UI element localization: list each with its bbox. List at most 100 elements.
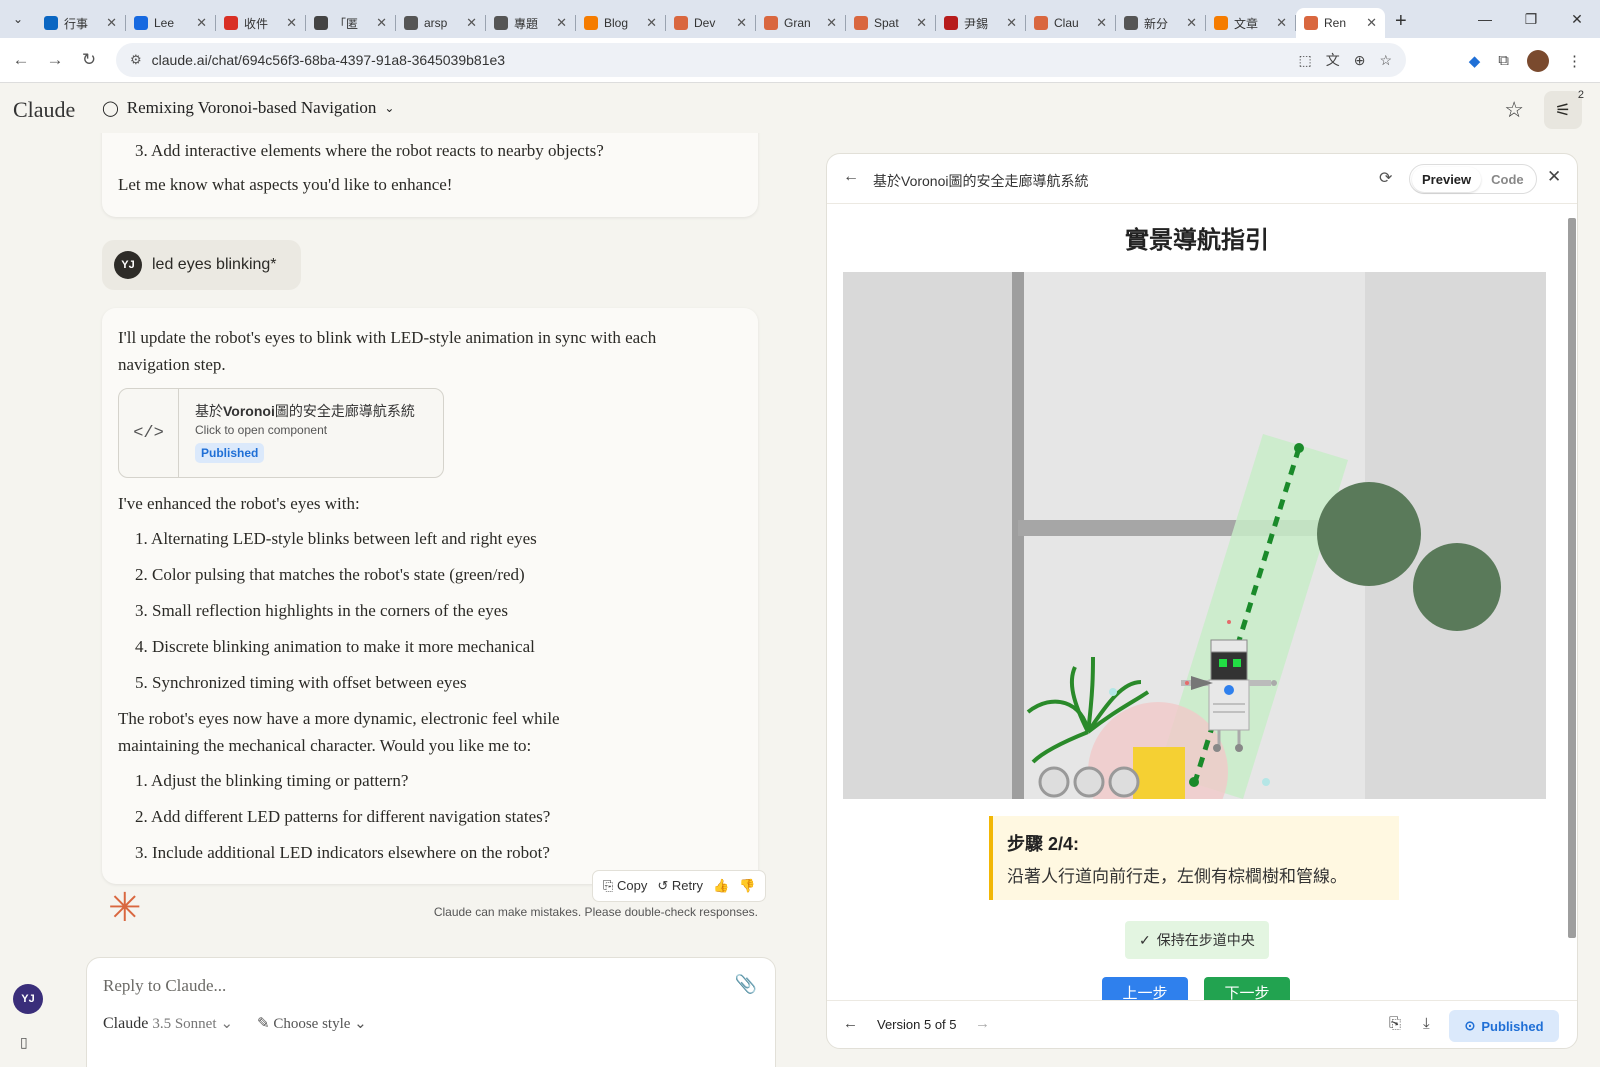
tab-title: Lee — [154, 16, 175, 30]
thumbs-down-icon[interactable]: 👎 — [739, 878, 755, 894]
tree-canopy-2 — [1413, 543, 1501, 631]
copy-code-icon[interactable]: ⎘ — [1389, 1015, 1401, 1032]
next-version-icon[interactable]: → — [975, 1015, 990, 1032]
browser-tab[interactable]: 尹錫 ✕ — [936, 8, 1025, 38]
tab-close-icon[interactable]: ✕ — [106, 15, 117, 31]
bookmark-star-icon[interactable]: ☆ — [1379, 52, 1392, 69]
tab-close-icon[interactable]: ✕ — [466, 15, 477, 31]
retry-button[interactable]: ↺ Retry — [657, 878, 703, 894]
tab-code[interactable]: Code — [1481, 167, 1534, 192]
user-avatar: YJ — [114, 251, 142, 279]
sidebar-toggle-icon[interactable]: ▯ — [20, 1034, 28, 1051]
tab-favicon-icon — [854, 16, 868, 30]
copy-button[interactable]: ⎘ Copy — [603, 878, 647, 894]
browser-tab[interactable]: Clau ✕ — [1026, 8, 1115, 38]
install-app-icon[interactable]: ⬚ — [1298, 52, 1311, 69]
tab-close-icon[interactable]: ✕ — [1096, 15, 1107, 31]
favorite-star-icon[interactable]: ☆ — [1504, 97, 1524, 123]
new-tab-icon[interactable]: + — [1395, 10, 1407, 33]
tab-close-icon[interactable]: ✕ — [1276, 15, 1287, 31]
model-selector[interactable]: Claude 3.5 Sonnet ⌄ — [103, 1014, 233, 1033]
settings-sliders-button[interactable]: ⚟ 2 — [1544, 89, 1584, 129]
list-item: 2. Add different LED patterns for differ… — [135, 807, 551, 826]
claude-spark-icon: ✳ — [108, 885, 142, 930]
address-bar: ← → ↻ ⚙ claude.ai/chat/694c56f3-68ba-439… — [0, 38, 1600, 83]
tab-preview[interactable]: Preview — [1412, 166, 1482, 192]
message-actions: ⎘ Copy ↺ Retry 👍 👎 — [592, 870, 767, 902]
tab-close-icon[interactable]: ✕ — [286, 15, 297, 31]
tab-close-icon[interactable]: ✕ — [1186, 15, 1197, 31]
browser-tab[interactable]: 行事 ✕ — [36, 8, 125, 38]
sidebar-user-avatar[interactable]: YJ — [13, 984, 43, 1014]
reply-intro: I'll update the robot's eyes to blink wi… — [118, 328, 657, 374]
browser-tab[interactable]: Dev ✕ — [666, 8, 755, 38]
thumbs-up-icon[interactable]: 👍 — [713, 878, 729, 894]
list-item: 5. Synchronized timing with offset betwe… — [135, 673, 467, 692]
reply-input[interactable]: Reply to Claude... — [103, 976, 226, 996]
download-icon[interactable]: ⤓ — [1423, 1015, 1430, 1032]
translate-icon[interactable]: 文 — [1326, 50, 1340, 70]
url-omnibox[interactable]: ⚙ claude.ai/chat/694c56f3-68ba-4397-91a8… — [116, 43, 1406, 77]
enhancement-list: 1. Alternating LED-style blinks between … — [135, 521, 742, 701]
next-step-button[interactable]: 下一步 — [1204, 977, 1290, 1000]
browser-tab[interactable]: 專題 ✕ — [486, 8, 575, 38]
panel-close-icon[interactable]: ✕ — [1547, 167, 1561, 187]
back-icon[interactable]: ← — [4, 50, 38, 70]
style-selector[interactable]: ✎ Choose style ⌄ — [257, 1014, 367, 1033]
claude-logo[interactable]: Claude — [13, 97, 75, 123]
tab-title: 「匿 — [334, 16, 359, 31]
tab-close-icon[interactable]: ✕ — [376, 15, 387, 31]
tab-search-chevron-icon[interactable]: ⌄ — [0, 0, 36, 38]
tab-close-icon[interactable]: ✕ — [646, 15, 657, 31]
tab-close-icon[interactable]: ✕ — [1366, 15, 1377, 31]
artifact-subtitle: Click to open component — [195, 423, 328, 437]
scrollbar-thumb[interactable] — [1568, 218, 1576, 938]
previous-version-icon[interactable]: ← — [843, 1015, 858, 1032]
browser-tab[interactable]: Spat ✕ — [846, 8, 935, 38]
panel-back-icon[interactable]: ← — [843, 168, 859, 186]
summary-text: The robot's eyes now have a more dynamic… — [118, 709, 560, 755]
tab-close-icon[interactable]: ✕ — [556, 15, 567, 31]
published-button[interactable]: ⊙ Published — [1449, 1010, 1559, 1042]
tab-close-icon[interactable]: ✕ — [1006, 15, 1017, 31]
reply-composer[interactable]: Reply to Claude... 📎 Claude 3.5 Sonnet ⌄… — [86, 957, 776, 1067]
extension-icon[interactable]: ◆ — [1469, 52, 1481, 70]
profile-avatar[interactable] — [1527, 49, 1549, 72]
browser-tab-bar: ⌄ 行事 ✕ Lee ✕ 收件 ✕ 「匿 ✕ arsp ✕ 專題 ✕ Blog ✕ Dev ✕ Gran ✕ Spa… — [0, 0, 1600, 38]
browser-tab[interactable]: 文章 ✕ — [1206, 8, 1295, 38]
tab-close-icon[interactable]: ✕ — [196, 15, 207, 31]
previous-assistant-message: 3. Add interactive elements where the ro… — [102, 133, 758, 217]
hint-badge: ✓ 保持在步道中央 — [1125, 921, 1269, 959]
browser-tab[interactable]: arsp ✕ — [396, 8, 485, 38]
tab-title: 尹錫 — [964, 16, 989, 31]
extensions-puzzle-icon[interactable]: ⧉ — [1498, 52, 1509, 69]
browser-tab[interactable]: Lee ✕ — [126, 8, 215, 38]
previous-step-button[interactable]: 上一步 — [1102, 977, 1188, 1000]
close-window-icon[interactable]: ✕ — [1554, 0, 1600, 38]
browser-menu-icon[interactable]: ⋮ — [1567, 52, 1582, 70]
attach-paperclip-icon[interactable]: 📎 — [735, 974, 757, 995]
tab-title: 文章 — [1234, 16, 1259, 31]
minimize-icon[interactable]: — — [1462, 0, 1508, 38]
tab-close-icon[interactable]: ✕ — [826, 15, 837, 31]
browser-tab[interactable]: 「匿 ✕ — [306, 8, 395, 38]
tab-title: Blog — [604, 16, 629, 30]
preview-scrollbar[interactable] — [1565, 208, 1577, 994]
zoom-icon[interactable]: ⊕ — [1354, 52, 1366, 69]
artifact-card[interactable]: </> 基於Voronoi圖的安全走廊導航系統 Click to open co… — [118, 388, 444, 478]
site-info-icon[interactable]: ⚙ — [130, 52, 142, 68]
forward-icon[interactable]: → — [38, 50, 72, 70]
browser-tab[interactable]: Ren ✕ — [1296, 8, 1385, 38]
browser-tab[interactable]: Blog ✕ — [576, 8, 665, 38]
refresh-icon[interactable]: ⟳ — [1379, 168, 1392, 188]
tab-close-icon[interactable]: ✕ — [916, 15, 927, 31]
browser-tab[interactable]: 收件 ✕ — [216, 8, 305, 38]
url-text[interactable]: claude.ai/chat/694c56f3-68ba-4397-91a8-3… — [152, 52, 505, 68]
restore-icon[interactable]: ❐ — [1508, 0, 1554, 38]
browser-tab[interactable]: 新分 ✕ — [1116, 8, 1205, 38]
tab-favicon-icon — [224, 16, 238, 30]
chat-title-dropdown[interactable]: ◯ Remixing Voronoi-based Navigation ⌄ — [102, 98, 394, 118]
reload-icon[interactable]: ↻ — [72, 50, 106, 70]
tab-close-icon[interactable]: ✕ — [736, 15, 747, 31]
browser-tab[interactable]: Gran ✕ — [756, 8, 845, 38]
